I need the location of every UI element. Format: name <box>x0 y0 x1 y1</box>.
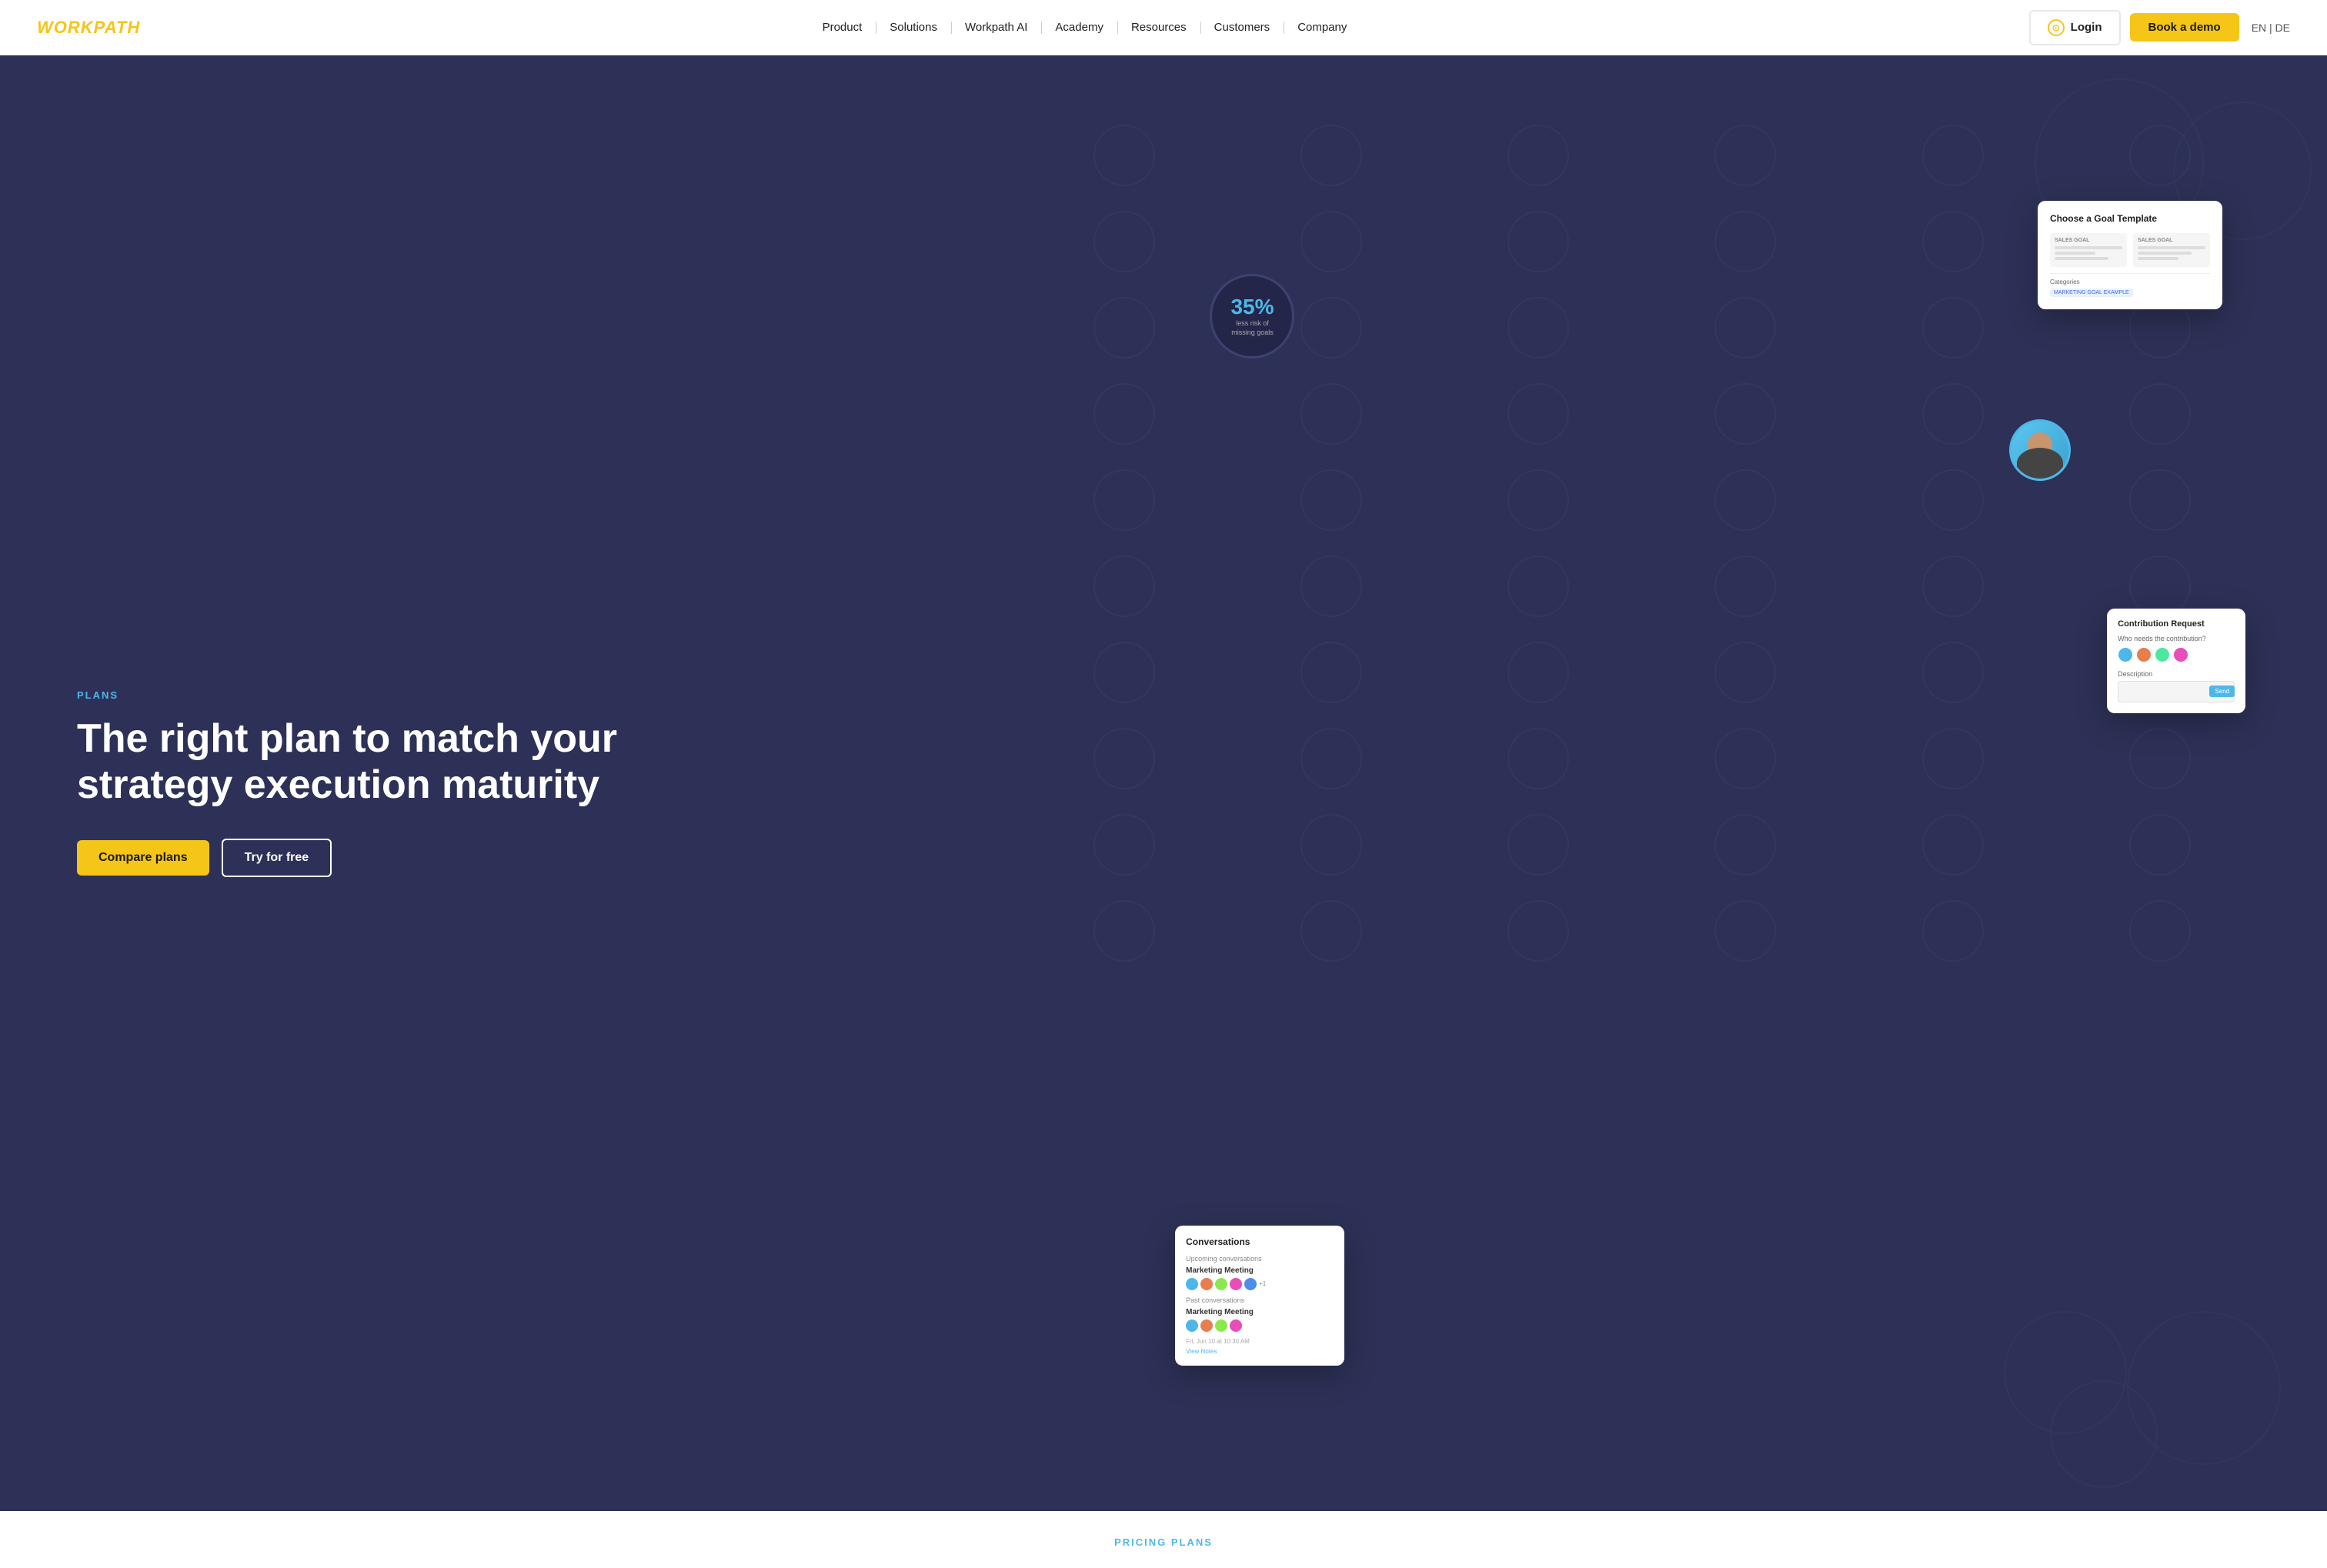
description-label: Description <box>2118 670 2235 678</box>
nav-links: Product Solutions Workpath AI Academy Re… <box>809 21 1361 34</box>
view-notes-link[interactable]: View Notes <box>1186 1348 1334 1355</box>
compare-plans-button[interactable]: Compare plans <box>77 840 209 876</box>
navbar: WORKPATH Product Solutions Workpath AI A… <box>0 0 2327 55</box>
conversations-title: Conversations <box>1186 1236 1334 1247</box>
hero-buttons: Compare plans Try for free <box>77 839 617 877</box>
conv-avatar-3 <box>1215 1278 1227 1290</box>
contribution-who-label: Who needs the contribution? <box>2118 635 2235 642</box>
avatar-1 <box>2118 647 2133 662</box>
goal-columns: SALES GOAL SALES GOAL <box>2050 233 2210 267</box>
conv-avatar-2 <box>1200 1278 1213 1290</box>
goal-line-2 <box>2055 252 2095 255</box>
nav-product[interactable]: Product <box>809 21 876 34</box>
hero-content: PLANS The right plan to match your strat… <box>0 628 694 939</box>
goal-col-1: SALES GOAL <box>2050 233 2127 267</box>
nav-resources[interactable]: Resources <box>1117 21 1200 34</box>
avatar-3 <box>2155 647 2170 662</box>
goal-line-6 <box>2138 257 2178 260</box>
conv-time: Fri, Jun 10 at 10:30 AM <box>1186 1338 1334 1345</box>
goal-line-3 <box>2055 257 2108 260</box>
stat-circle: 35% less risk of missing goals <box>1210 274 1294 359</box>
past-avatar-1 <box>1186 1319 1198 1332</box>
send-button[interactable]: Send <box>2209 686 2235 697</box>
book-demo-button[interactable]: Book a demo <box>2130 13 2239 42</box>
logo[interactable]: WORKPATH <box>37 18 140 38</box>
stat-number: 35% <box>1230 295 1274 319</box>
upcoming-avatars: +1 <box>1186 1278 1334 1290</box>
goal-line-4 <box>2138 246 2205 249</box>
nav-workpath-ai[interactable]: Workpath AI <box>951 21 1041 34</box>
nav-solutions[interactable]: Solutions <box>876 21 951 34</box>
person-body <box>2017 448 2063 479</box>
goal-col-2: SALES GOAL <box>2133 233 2210 267</box>
conv-more: +1 <box>1259 1280 1266 1287</box>
goal-line-1 <box>2055 246 2122 249</box>
past-avatars <box>1186 1319 1334 1332</box>
card-goal-template: Choose a Goal Template SALES GOAL SALES … <box>2038 201 2222 309</box>
hero-section: PLANS The right plan to match your strat… <box>0 55 2327 1511</box>
hero-title: The right plan to match your strategy ex… <box>77 716 617 809</box>
login-icon: ⊙ <box>2048 19 2065 36</box>
hero-eyebrow: PLANS <box>77 689 617 701</box>
nav-company[interactable]: Company <box>1284 21 1360 34</box>
conv-avatar-1 <box>1186 1278 1198 1290</box>
contribution-title: Contribution Request <box>2118 619 2235 629</box>
card-conversations: Conversations Upcoming conversations Mar… <box>1175 1226 1344 1366</box>
past-avatar-3 <box>1215 1319 1227 1332</box>
try-for-free-button[interactable]: Try for free <box>222 839 332 877</box>
stat-label: less risk of missing goals <box>1225 319 1280 337</box>
avatar-2 <box>2136 647 2152 662</box>
goal-categories: Categories MARKETING GOAL EXAMPLE <box>2050 273 2210 297</box>
conv-avatar-4 <box>1230 1278 1242 1290</box>
login-button[interactable]: ⊙ Login <box>2029 10 2121 45</box>
past-label: Past conversations <box>1186 1296 1334 1304</box>
conv-avatar-5 <box>1244 1278 1257 1290</box>
contribution-avatars <box>2118 647 2235 662</box>
nav-academy[interactable]: Academy <box>1041 21 1117 34</box>
past-avatar-2 <box>1200 1319 1213 1332</box>
upcoming-label: Upcoming conversations <box>1186 1255 1334 1263</box>
upcoming-item: Marketing Meeting <box>1186 1266 1334 1275</box>
past-item: Marketing Meeting <box>1186 1308 1334 1316</box>
goal-card-title: Choose a Goal Template <box>2050 213 2210 224</box>
pricing-teaser: PRICING PLANS <box>0 1511 2327 1568</box>
nav-right: ⊙ Login Book a demo EN | DE <box>2029 10 2290 45</box>
person-avatar-inner <box>2012 422 2068 479</box>
language-selector[interactable]: EN | DE <box>2252 22 2290 34</box>
past-avatar-4 <box>1230 1319 1242 1332</box>
nav-customers[interactable]: Customers <box>1200 21 1284 34</box>
card-contribution: Contribution Request Who needs the contr… <box>2107 609 2245 713</box>
pricing-plans-label: PRICING PLANS <box>1114 1536 1213 1548</box>
person-avatar <box>2009 419 2071 481</box>
avatar-4 <box>2173 647 2188 662</box>
hero-mockups: 35% less risk of missing goals Choose a … <box>1117 55 2281 1511</box>
goal-line-5 <box>2138 252 2192 255</box>
